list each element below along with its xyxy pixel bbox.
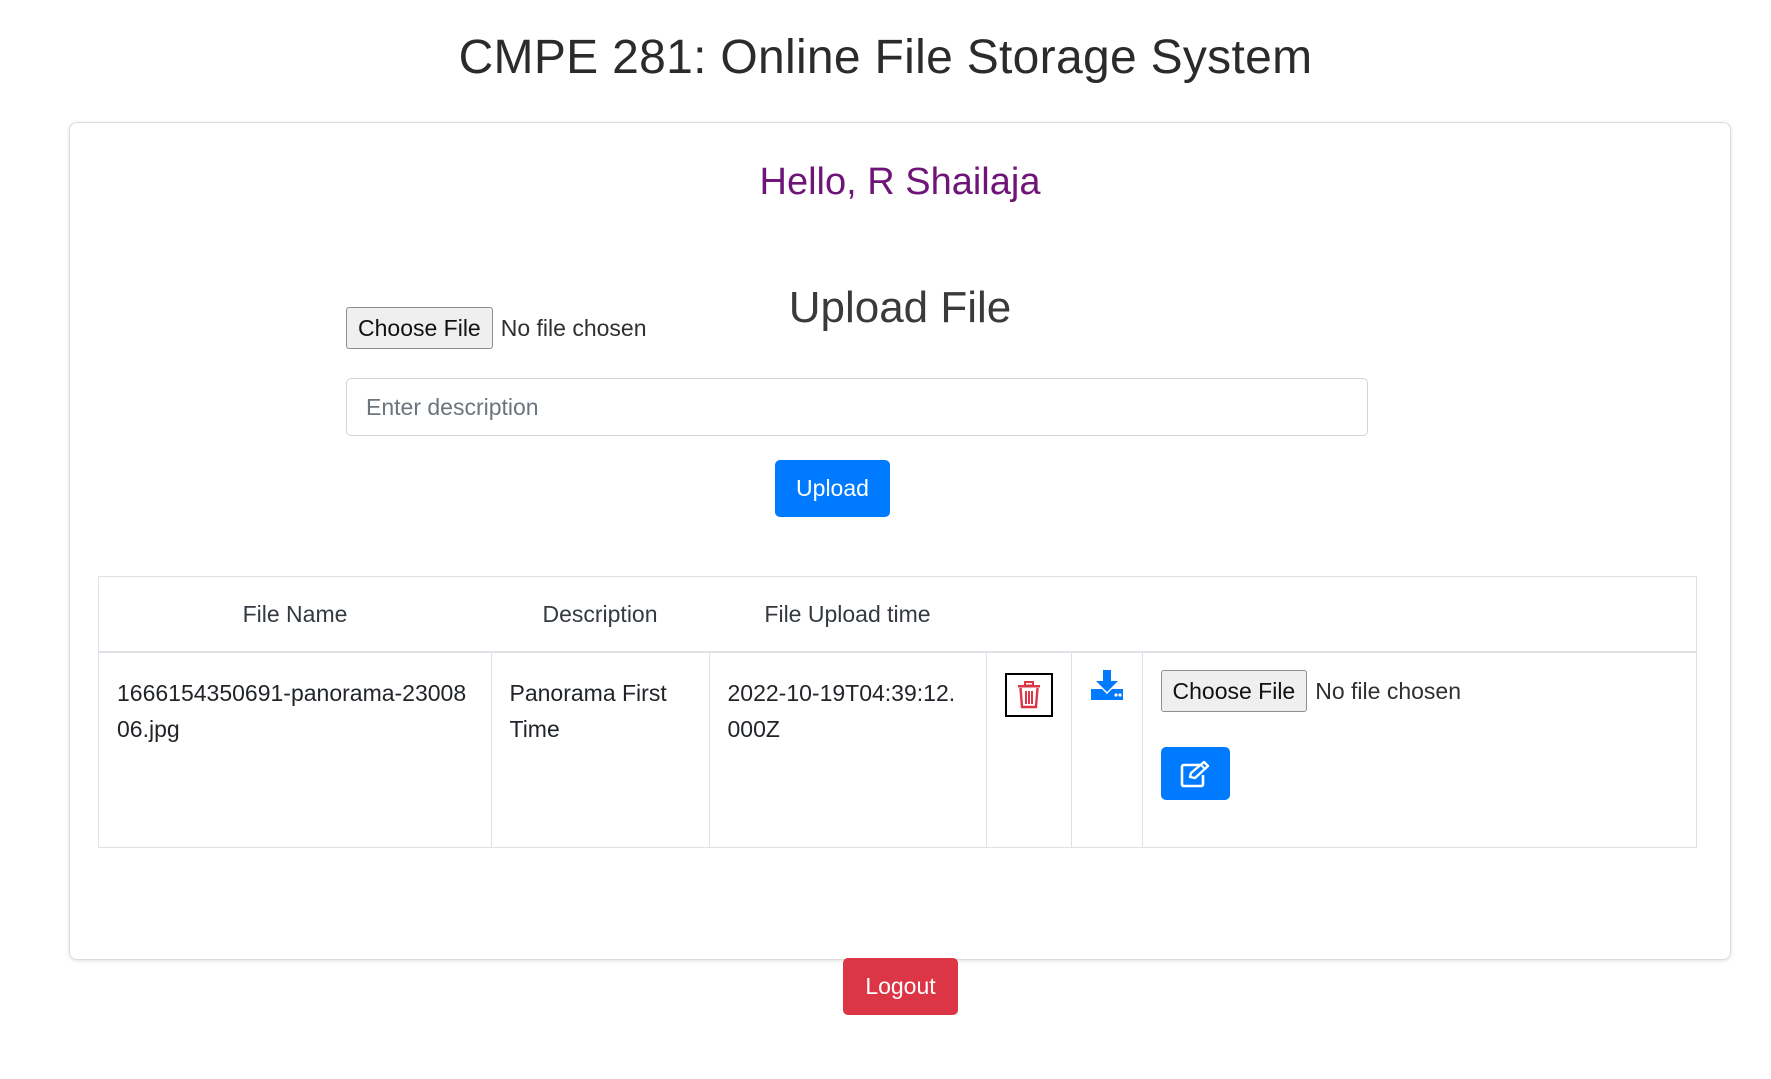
table-header-row: File Name Description File Upload time (98, 576, 1697, 653)
cell-file-name: 1666154350691-panorama-2300806.jpg (98, 651, 492, 848)
main-card: Hello, R Shailaja Upload File Choose Fil… (69, 122, 1731, 960)
row-no-file-chosen-text: No file chosen (1315, 678, 1461, 704)
no-file-chosen-text: No file chosen (500, 314, 647, 341)
page-title: CMPE 281: Online File Storage System (458, 31, 1313, 84)
column-header-description: Description (491, 576, 709, 653)
row-choose-file-button[interactable]: Choose File (1160, 670, 1308, 712)
upload-heading: Upload File (788, 283, 1012, 332)
row-file-picker: Choose File No file chosen (1160, 670, 1679, 712)
edit-button[interactable] (1160, 747, 1230, 800)
logout-button[interactable]: Logout (843, 958, 958, 1015)
cell-upload-time: 2022-10-19T04:39:12.000Z (708, 651, 987, 848)
cell-delete (985, 651, 1072, 848)
upload-file-picker: Choose File No file chosen (346, 307, 646, 349)
cell-actions: Choose File No file chosen (1141, 651, 1697, 848)
column-header-actions (1142, 576, 1697, 653)
column-header-file-name: File Name (98, 576, 491, 653)
table-row: 1666154350691-panorama-2300806.jpg Panor… (98, 651, 1697, 848)
cell-download (1070, 651, 1143, 848)
column-header-upload-time: File Upload time (709, 576, 986, 653)
choose-file-button[interactable]: Choose File (346, 307, 493, 349)
delete-button[interactable] (1004, 673, 1053, 717)
download-icon[interactable] (1090, 669, 1124, 701)
description-input[interactable] (346, 378, 1368, 436)
edit-icon (1180, 760, 1210, 787)
files-table: File Name Description File Upload time 1… (98, 576, 1697, 848)
column-header-delete (986, 576, 1071, 653)
greeting-text: Hello, R Shailaja (759, 161, 1041, 203)
cell-description: Panorama First Time (490, 651, 710, 848)
trash-icon (1017, 681, 1040, 709)
upload-button[interactable]: Upload (775, 460, 890, 517)
column-header-download (1071, 576, 1142, 653)
